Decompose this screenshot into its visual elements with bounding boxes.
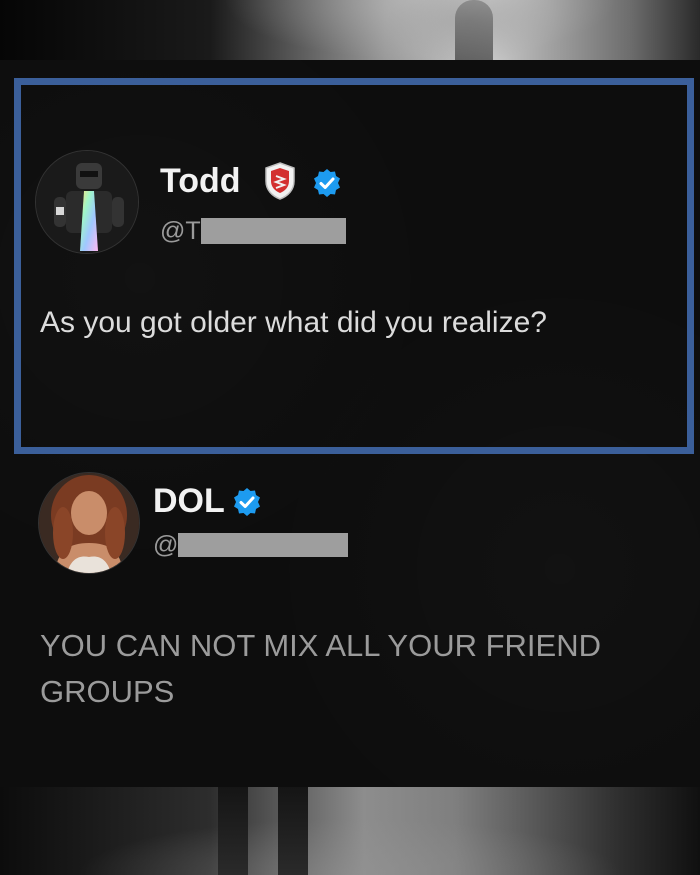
tweet2-text: YOU CAN NOT MIX ALL YOUR FRIEND GROUPS: [40, 623, 680, 715]
background-photo-top: [0, 0, 700, 60]
highlight-frame: [14, 78, 694, 454]
background-leg-left: [218, 787, 248, 875]
person-avatar-icon: [39, 473, 139, 573]
redacted-handle: [200, 218, 346, 244]
screenshot: Todd @T As you got older what did you re…: [0, 0, 700, 875]
shield-icon: [262, 161, 298, 201]
dol-handle[interactable]: @: [153, 530, 349, 560]
dol-display-name[interactable]: DOL: [153, 482, 225, 520]
todd-avatar[interactable]: [35, 150, 139, 254]
background-figure: [455, 0, 493, 60]
robot-avatar-icon: [36, 151, 138, 253]
todd-handle[interactable]: @T: [160, 216, 346, 246]
background-leg-right: [278, 787, 308, 875]
tweet2-text-line1: YOU CAN NOT MIX ALL YOUR FRIEND: [40, 628, 601, 663]
todd-display-name[interactable]: Todd: [160, 162, 241, 200]
todd-handle-text: @T: [160, 217, 201, 245]
dol-handle-text: @: [153, 531, 179, 559]
redacted-handle: [178, 533, 349, 557]
verified-badge-icon: [314, 169, 340, 197]
background-photo-bottom: [0, 787, 700, 875]
tweet1-text: As you got older what did you realize?: [40, 306, 547, 339]
tweet2-text-line2: GROUPS: [40, 674, 175, 709]
dol-avatar[interactable]: [38, 472, 140, 574]
verified-badge-icon: [234, 488, 260, 516]
